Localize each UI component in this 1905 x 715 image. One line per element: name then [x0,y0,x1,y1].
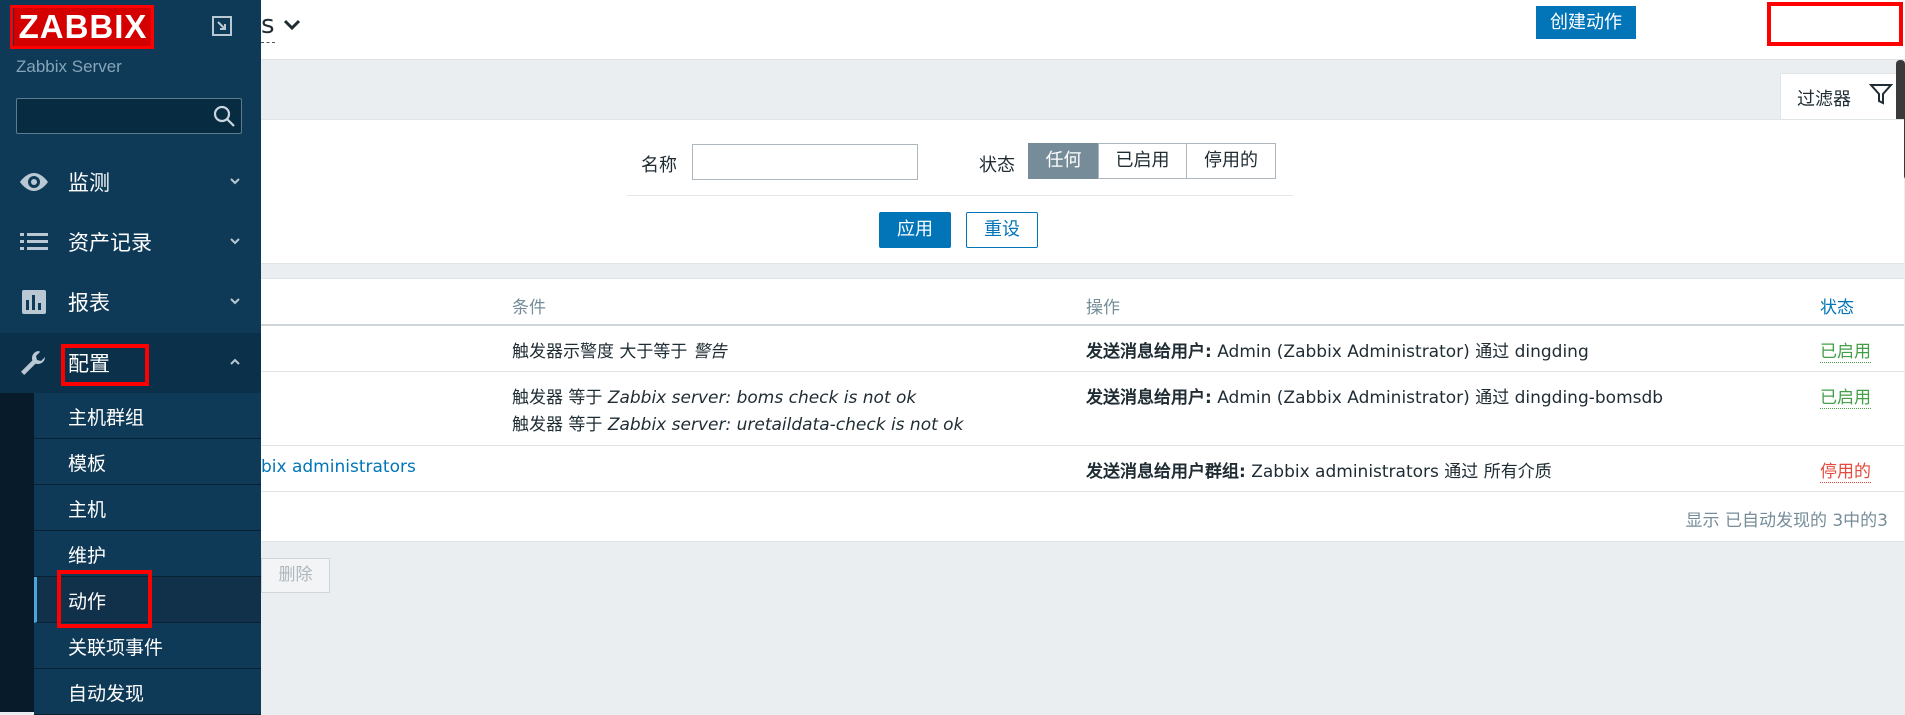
row-divider [261,371,1904,372]
submenu-templates[interactable]: 模板 [34,439,261,485]
row-1-operation: 发送消息给用户: Admin (Zabbix Administrator) 通过… [1086,342,1589,362]
submenu-indent [0,393,34,712]
menu-label: 配置 [68,352,110,376]
submenu-maintenance[interactable]: 维护 [34,531,261,577]
status-label: 状态 [979,155,1015,176]
row-divider [261,445,1904,446]
submenu-label: 动作 [68,591,107,613]
chevron-down-icon [230,178,240,185]
reset-button[interactable]: 重设 [966,212,1038,248]
page-header: s 创建动作 [261,0,1905,60]
table-footer-count: 显示 已自动发现的 3中的3 [1685,511,1888,531]
filter-tab-label: 过滤器 [1797,89,1851,110]
status-option-enabled[interactable]: 已启用 [1098,143,1187,179]
actions-table: 条件 操作 状态 触发器示警度 大于等于 警告 发送消息给用户: Admin (… [261,278,1904,542]
eye-icon [20,173,48,191]
row-2-condition-2: 触发器 等于 Zabbix server: uretaildata-check … [512,415,964,435]
create-action-highlight-box [1767,2,1903,46]
column-operations: 操作 [1086,298,1120,318]
sidebar-search-box [16,98,242,134]
chevron-up-icon [230,358,240,365]
menu-inventory[interactable]: 资产记录 [0,212,261,272]
server-name: Zabbix Server [16,57,122,76]
configuration-submenu: 主机群组 模板 主机 维护 动作 关联项事件 自动发现 [0,393,261,715]
sidebar: ZABBIX Zabbix Server 监测 资产记录 报表 配置 主机群组 … [0,0,261,715]
chevron-down-icon [230,298,240,305]
submenu-label: 维护 [68,545,107,567]
delete-button[interactable]: 删除 [261,558,330,593]
submenu-label: 主机群组 [68,407,145,429]
name-filter-input[interactable] [692,144,918,180]
filter-divider [627,195,1293,196]
submenu-label: 自动发现 [68,683,145,705]
row-2-operation: 发送消息给用户: Admin (Zabbix Administrator) 通过… [1086,388,1664,408]
column-status[interactable]: 状态 [1820,293,1854,318]
wrench-icon [21,350,46,375]
submenu-actions[interactable]: 动作 [34,577,261,623]
search-icon[interactable] [212,104,236,128]
row-1-condition-1: 触发器示警度 大于等于 警告 [512,342,727,362]
menu-label: 报表 [68,291,110,315]
row-3-operation: 发送消息给用户群组: Zabbix administrators 通过 所有介质 [1086,462,1552,482]
submenu-host-groups[interactable]: 主机群组 [34,393,261,439]
apply-button[interactable]: 应用 [879,212,951,248]
sidebar-search-input[interactable] [21,103,205,131]
row-divider [261,491,1904,492]
row-2-status[interactable]: 已启用 [1820,383,1871,409]
status-option-disabled[interactable]: 停用的 [1186,143,1276,179]
menu-label: 资产记录 [68,231,152,255]
name-label: 名称 [641,155,677,176]
page-title[interactable]: s [261,10,275,43]
header-divider [261,324,1904,326]
bar-chart-icon [22,290,46,314]
menu-monitoring[interactable]: 监测 [0,152,261,212]
chevron-down-icon[interactable] [283,18,301,32]
menu-configuration[interactable]: 配置 [0,333,261,393]
submenu-label: 模板 [68,453,107,475]
logo-highlight-box [10,5,154,49]
create-action-button[interactable]: 创建动作 [1536,6,1636,39]
menu-reports[interactable]: 报表 [0,272,261,332]
submenu-discovery[interactable]: 自动发现 [34,669,261,715]
status-option-any[interactable]: 任何 [1028,143,1099,179]
row-3-status[interactable]: 停用的 [1820,457,1871,483]
chevron-down-icon [230,238,240,245]
column-conditions: 条件 [512,298,546,318]
submenu-event-correlation[interactable]: 关联项事件 [34,623,261,669]
filter-tab[interactable]: 过滤器 [1780,73,1905,121]
submenu-label: 关联项事件 [68,637,164,659]
list-icon [20,233,48,250]
filter-icon [1869,84,1893,105]
filter-panel: 名称 状态 任何 已启用 停用的 应用 重设 [261,119,1904,264]
row-2-condition-1: 触发器 等于 Zabbix server: boms check is not … [512,388,917,408]
menu-label: 监测 [68,171,110,195]
submenu-label: 主机 [68,499,107,521]
collapse-sidebar-icon[interactable] [210,14,234,38]
row-3-name-link[interactable]: bix administrators [261,457,416,477]
submenu-hosts[interactable]: 主机 [34,485,261,531]
row-1-status[interactable]: 已启用 [1820,337,1871,363]
